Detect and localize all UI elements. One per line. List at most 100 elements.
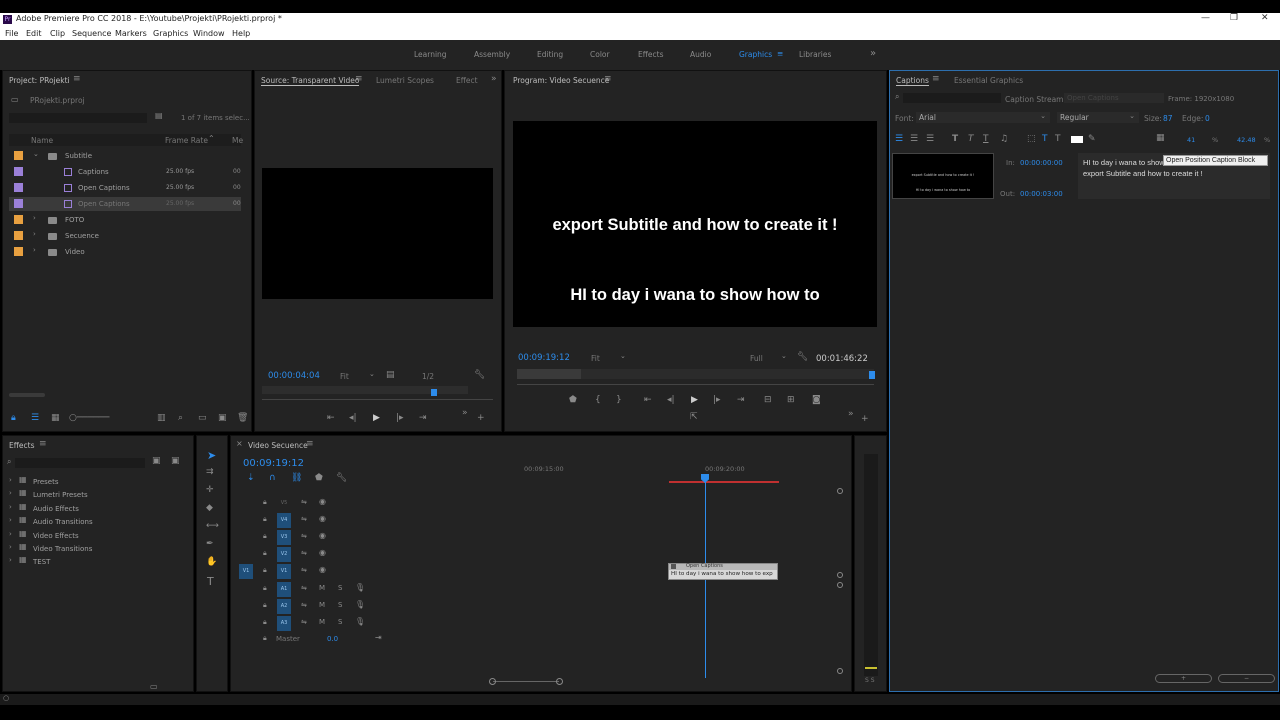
nest-icon[interactable]: ⇣ <box>247 474 255 483</box>
program-play-icon[interactable]: ▶ <box>691 396 698 405</box>
label-color-chip[interactable] <box>14 199 23 208</box>
solo-icon[interactable]: S <box>338 619 342 626</box>
label-color-chip[interactable] <box>14 231 23 240</box>
fit-dropdown-icon[interactable]: ⌄ <box>369 371 375 378</box>
audio-caption-icon[interactable]: ♫ <box>1000 135 1008 144</box>
maximize-button[interactable]: ❐ <box>1230 13 1238 23</box>
track-lock-icon[interactable]: 🔒︎ <box>263 550 267 557</box>
effects-category-row[interactable]: › ▦ Presets <box>7 476 187 488</box>
timeline-menu-icon[interactable]: ≡ <box>306 440 314 449</box>
track-select-tool-icon[interactable]: ⇉ <box>206 468 214 477</box>
track-target-a2[interactable]: A2 <box>277 599 291 614</box>
find-icon[interactable]: ⌕ <box>178 414 183 423</box>
align-right-icon[interactable]: ☰ <box>926 135 934 144</box>
expand-toggle-icon[interactable]: › <box>9 557 12 564</box>
video-track-header[interactable]: V1 🔒︎ V1 ⇋ ◉ <box>235 564 385 580</box>
menu-clip[interactable]: Clip <box>50 29 65 38</box>
expand-toggle-icon[interactable]: › <box>9 490 12 497</box>
mark-out-icon[interactable]: ⇥ <box>419 414 427 423</box>
workspace-graphics[interactable]: Graphics <box>739 50 772 59</box>
color-swatch[interactable] <box>1071 136 1083 143</box>
column-name[interactable]: Name <box>31 136 53 145</box>
go-to-out-icon[interactable]: ⇥ <box>737 396 745 405</box>
source-resolution-select[interactable]: 1/2 <box>422 372 434 381</box>
new-item-bottom-icon[interactable]: ▭ <box>150 682 158 691</box>
project-title[interactable]: Project: PRojekti <box>9 76 70 85</box>
sort-ascending-icon[interactable]: ⌃ <box>208 135 215 143</box>
italic-icon[interactable]: T <box>968 135 974 144</box>
out-timecode[interactable]: 00:00:03:00 <box>1020 190 1063 198</box>
program-zoom-bar[interactable] <box>517 384 874 385</box>
effects-category-row[interactable]: › ▦ Audio Effects <box>7 502 187 515</box>
program-settings-icon[interactable]: 🔧︎ <box>797 353 808 362</box>
expand-toggle-icon[interactable]: ⌄ <box>33 151 39 158</box>
sequence-tab[interactable]: Video Secuence <box>248 441 308 450</box>
label-color-chip[interactable] <box>14 215 23 224</box>
clear-icon[interactable]: 🗑︎ <box>237 414 248 423</box>
project-item-row[interactable]: Open Captions 25.00 fps 00 <box>9 181 241 195</box>
voiceover-mic-icon[interactable]: 🎙︎ <box>355 584 365 592</box>
source-patch-v1[interactable]: V1 <box>239 564 253 579</box>
more-workspaces-icon[interactable]: » <box>870 48 876 59</box>
eye-icon[interactable]: ◉ <box>319 566 326 574</box>
eye-icon[interactable]: ◉ <box>319 498 326 506</box>
type-tool-icon[interactable]: T <box>207 576 214 587</box>
go-to-in-icon[interactable]: ⇤ <box>644 396 652 405</box>
bin-filter-icon[interactable]: ▤ <box>155 112 163 120</box>
program-menu-icon[interactable]: ≡ <box>604 75 612 84</box>
program-step-back-icon[interactable]: ◂| <box>667 396 675 405</box>
timeline-settings-icon[interactable]: 🔧︎ <box>336 474 347 483</box>
zoom-handle-right[interactable] <box>556 678 563 685</box>
mute-icon[interactable]: M <box>319 619 325 626</box>
project-scrollbar[interactable] <box>9 393 45 397</box>
caption-stream-select[interactable]: Open Captions <box>1064 93 1164 103</box>
align-left-icon[interactable]: ☰ <box>895 135 903 144</box>
font-style-select[interactable]: Regular ⌄ <box>1057 112 1139 123</box>
in-timecode[interactable]: 00:00:00:00 <box>1020 159 1063 167</box>
sync-lock-icon[interactable]: ⇋ <box>301 516 307 523</box>
lift-icon[interactable]: ⊟ <box>764 396 772 405</box>
compare-view-icon[interactable]: ⇱ <box>690 413 698 422</box>
mark-in-icon[interactable]: ⇤ <box>327 414 335 423</box>
accelerated-effects-icon[interactable]: ▣ <box>152 457 161 466</box>
track-lock-icon[interactable]: 🔒︎ <box>263 619 267 626</box>
close-button[interactable]: ✕ <box>1261 13 1269 23</box>
program-title[interactable]: Program: Video Secuence <box>513 76 609 85</box>
source-timecode[interactable]: 00:00:04:04 <box>268 371 320 381</box>
list-view-icon[interactable]: ☰ <box>31 414 39 423</box>
expand-toggle-icon[interactable]: › <box>9 544 12 551</box>
menu-sequence[interactable]: Sequence <box>72 29 111 38</box>
safe-margins-icon[interactable]: ▤ <box>386 371 395 380</box>
menu-graphics[interactable]: Graphics <box>153 29 188 38</box>
source-time-ruler[interactable] <box>262 386 468 394</box>
project-item-row[interactable]: Captions 25.00 fps 00 <box>9 165 241 179</box>
video-track-header[interactable]: 🔒︎ V2 ⇋ ◉ <box>235 547 385 563</box>
menu-file[interactable]: File <box>5 29 18 38</box>
column-frame-rate[interactable]: Frame Rate <box>165 136 208 145</box>
mute-icon[interactable]: M <box>319 602 325 609</box>
track-target-v3[interactable]: V3 <box>277 530 291 545</box>
menu-markers[interactable]: Markers <box>115 29 147 38</box>
video-track-header[interactable]: 🔒︎ V4 ⇋ ◉ <box>235 513 385 529</box>
program-fit-dropdown-icon[interactable]: ⌄ <box>620 353 626 360</box>
project-item-row[interactable]: › FOTO <box>9 213 241 227</box>
effects-category-row[interactable]: › ▦ Video Transitions <box>7 543 187 555</box>
timeline-timecode[interactable]: 00:09:19:12 <box>243 458 304 469</box>
video-track-header[interactable]: 🔒︎ V5 ⇋ ◉ <box>235 496 385 512</box>
track-lock-icon[interactable]: 🔒︎ <box>263 635 267 642</box>
program-mark-out-icon[interactable]: } <box>616 396 622 405</box>
track-target-v2[interactable]: V2 <box>277 547 291 562</box>
source-playhead[interactable] <box>431 389 437 396</box>
mute-icon[interactable]: M <box>319 585 325 592</box>
project-search-input[interactable] <box>9 113 147 123</box>
effects-title[interactable]: Effects <box>9 441 35 450</box>
eyedropper-icon[interactable]: ✎ <box>1088 135 1096 144</box>
effects-category-row[interactable]: › ▦ Video Effects <box>7 529 187 542</box>
timeline-zoom-scrollbar[interactable] <box>493 681 559 682</box>
eye-icon[interactable]: ◉ <box>319 532 326 540</box>
effects-search-input[interactable] <box>15 458 145 468</box>
menu-edit[interactable]: Edit <box>26 29 42 38</box>
size-value[interactable]: 87 <box>1163 114 1173 123</box>
effects-search-icon[interactable]: ⌕ <box>7 458 11 466</box>
source-video-frame[interactable] <box>262 168 493 299</box>
